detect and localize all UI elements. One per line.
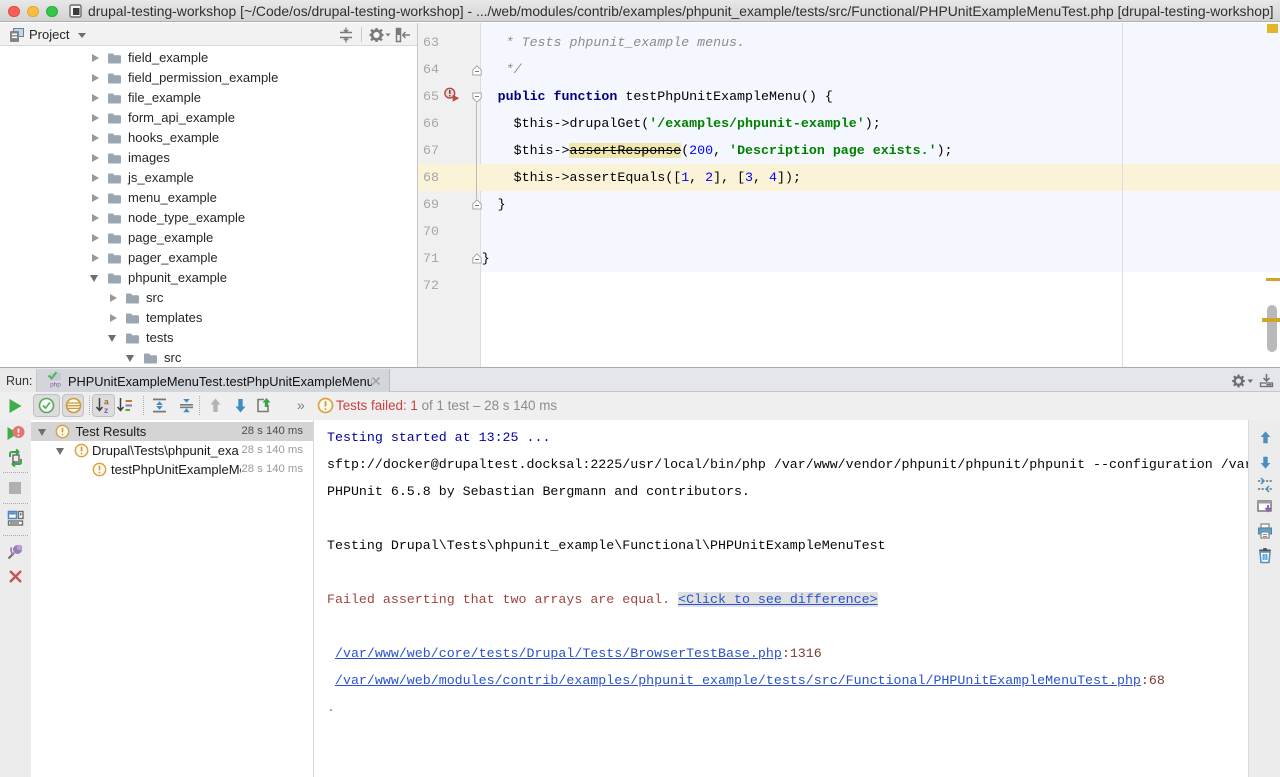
svg-text:php: php [50, 382, 61, 389]
svg-text:z: z [104, 405, 108, 414]
